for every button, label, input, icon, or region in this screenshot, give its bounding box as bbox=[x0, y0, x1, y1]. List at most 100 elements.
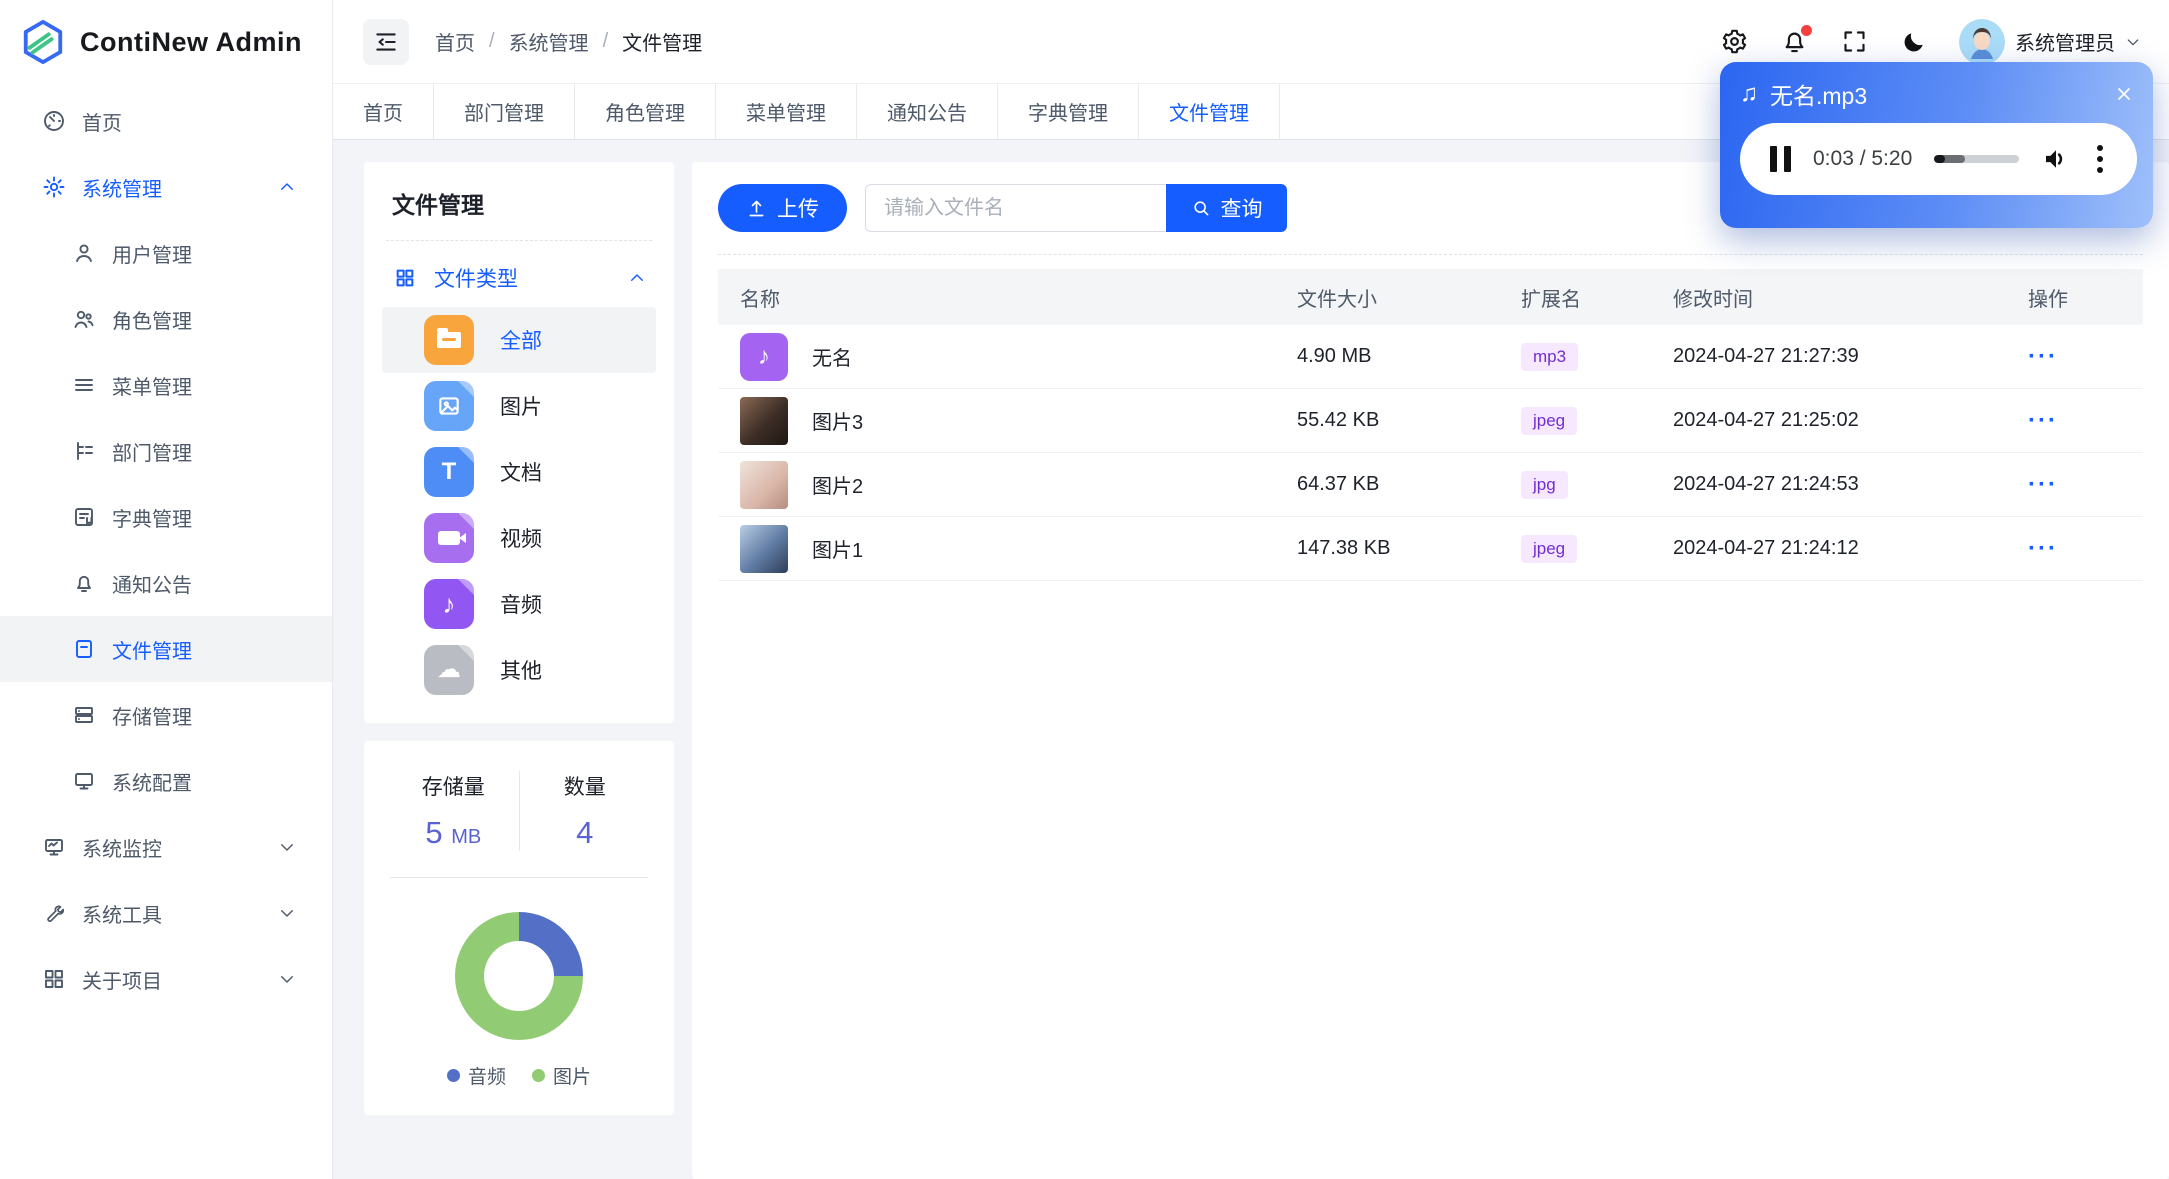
tab-label: 部门管理 bbox=[464, 103, 544, 125]
stat-unit: MB bbox=[451, 826, 482, 848]
sidebar-item-home[interactable]: 首页 bbox=[0, 88, 332, 154]
close-icon[interactable] bbox=[2111, 81, 2137, 107]
tab-label: 菜单管理 bbox=[746, 103, 826, 125]
user-menu[interactable]: 系统管理员 bbox=[1959, 18, 2141, 65]
grid-icon bbox=[42, 967, 66, 991]
tab-dictionary[interactable]: 字典管理 bbox=[998, 84, 1139, 139]
file-type-document[interactable]: T 文档 bbox=[382, 439, 656, 505]
file-type-video[interactable]: 视频 bbox=[382, 505, 656, 571]
tab-menus[interactable]: 菜单管理 bbox=[716, 84, 857, 139]
file-name: 图片1 bbox=[812, 540, 864, 562]
row-actions-button[interactable]: ··· bbox=[2016, 535, 2143, 563]
tab-notices[interactable]: 通知公告 bbox=[857, 84, 998, 139]
other-file-icon: ☁ bbox=[424, 645, 474, 695]
breadcrumb-separator: / bbox=[602, 30, 609, 52]
file-type-label: 图片 bbox=[500, 396, 542, 419]
table-row[interactable]: 图片3 55.42 KB jpeg 2024-04-27 21:25:02 ··… bbox=[718, 389, 2143, 453]
sidebar-item-system[interactable]: 系统管理 bbox=[0, 154, 332, 220]
chevron-down-icon bbox=[278, 970, 296, 988]
tree-icon bbox=[72, 439, 96, 463]
sidebar-item-roles[interactable]: 角色管理 bbox=[0, 286, 332, 352]
file-type-audio[interactable]: ♪ 音频 bbox=[382, 571, 656, 637]
playback-time: 0:03 / 5:20 bbox=[1813, 147, 1913, 170]
more-options-button[interactable] bbox=[2093, 141, 2107, 177]
file-name: 无名 bbox=[812, 348, 852, 370]
table-row[interactable]: 图片1 147.38 KB jpeg 2024-04-27 21:24:12 ·… bbox=[718, 517, 2143, 581]
sidebar-item-menus[interactable]: 菜单管理 bbox=[0, 352, 332, 418]
sidebar-item-monitoring[interactable]: 系统监控 bbox=[0, 814, 332, 880]
sidebar-item-dictionary[interactable]: 字典管理 bbox=[0, 484, 332, 550]
tab-roles[interactable]: 角色管理 bbox=[575, 84, 716, 139]
sidebar-item-config[interactable]: 系统配置 bbox=[0, 748, 332, 814]
file-type-group-toggle[interactable]: 文件类型 bbox=[382, 249, 656, 307]
tab-departments[interactable]: 部门管理 bbox=[434, 84, 575, 139]
logo-row[interactable]: ContiNew Admin bbox=[0, 0, 332, 84]
breadcrumb-system[interactable]: 系统管理 bbox=[509, 27, 589, 56]
col-header-actions: 操作 bbox=[2028, 288, 2068, 311]
user-icon bbox=[72, 241, 96, 265]
fullscreen-button[interactable] bbox=[1839, 27, 1869, 57]
progress-bar bbox=[1934, 155, 1946, 163]
sidebar: ContiNew Admin 首页 系统管理 用户管理 角色管理 菜单管理 部门… bbox=[0, 0, 333, 1179]
row-actions-button[interactable]: ··· bbox=[2016, 343, 2143, 371]
volume-button[interactable] bbox=[2041, 144, 2071, 174]
row-actions-button[interactable]: ··· bbox=[2016, 407, 2143, 435]
chevron-up-icon bbox=[628, 269, 646, 287]
dashed-divider bbox=[386, 240, 652, 241]
file-size: 147.38 KB bbox=[1297, 537, 1391, 559]
tab-label: 文件管理 bbox=[1169, 103, 1249, 125]
notification-dot bbox=[1801, 24, 1812, 36]
sidebar-item-files[interactable]: 文件管理 bbox=[0, 616, 332, 682]
file-type-other[interactable]: ☁ 其他 bbox=[382, 637, 656, 703]
sidebar-item-departments[interactable]: 部门管理 bbox=[0, 418, 332, 484]
file-time: 2024-04-27 21:24:12 bbox=[1673, 537, 1859, 559]
sidebar-item-users[interactable]: 用户管理 bbox=[0, 220, 332, 286]
row-actions-button[interactable]: ··· bbox=[2016, 471, 2143, 499]
gear-icon bbox=[1722, 29, 1746, 54]
sidebar-collapse-button[interactable] bbox=[363, 18, 409, 65]
file-size: 55.42 KB bbox=[1297, 409, 1380, 431]
sidebar-item-notices[interactable]: 通知公告 bbox=[0, 550, 332, 616]
ext-badge: jpeg bbox=[1521, 534, 1578, 563]
search-group: 查询 bbox=[865, 184, 1287, 232]
table-row[interactable]: 图片2 64.37 KB jpg 2024-04-27 21:24:53 ··· bbox=[718, 453, 2143, 517]
bell-icon bbox=[72, 571, 96, 595]
legend-label: 图片 bbox=[553, 1067, 592, 1088]
tab-label: 首页 bbox=[363, 103, 403, 125]
monitor-icon bbox=[72, 769, 96, 793]
sidebar-item-label: 部门管理 bbox=[112, 442, 192, 465]
app-logo-icon bbox=[20, 19, 66, 65]
pause-button[interactable] bbox=[1770, 146, 1791, 172]
search-input[interactable] bbox=[865, 184, 1166, 232]
sidebar-item-tools[interactable]: 系统工具 bbox=[0, 880, 332, 946]
dark-mode-button[interactable] bbox=[1899, 27, 1929, 57]
table-row[interactable]: ♪ 无名 4.90 MB mp3 2024-04-27 21:27:39 ··· bbox=[718, 325, 2143, 389]
file-name: 图片2 bbox=[812, 476, 864, 498]
notifications-button[interactable] bbox=[1779, 24, 1812, 57]
storage-panel: 存储量 5 MB 数量 4 音频 图片 bbox=[364, 741, 674, 1115]
file-size: 4.90 MB bbox=[1297, 345, 1372, 367]
sidebar-item-storage[interactable]: 存储管理 bbox=[0, 682, 332, 748]
query-button[interactable]: 查询 bbox=[1166, 184, 1287, 232]
upload-button[interactable]: 上传 bbox=[718, 184, 847, 232]
player-filename: 无名.mp3 bbox=[1770, 83, 1868, 109]
legend-item-audio[interactable]: 音频 bbox=[446, 1062, 506, 1089]
file-type-label: 音频 bbox=[500, 594, 542, 617]
tab-home[interactable]: 首页 bbox=[333, 84, 434, 139]
grid-icon bbox=[394, 267, 416, 289]
dashboard-icon bbox=[42, 109, 66, 133]
ext-badge: mp3 bbox=[1521, 342, 1579, 371]
seek-bar[interactable] bbox=[1934, 155, 2019, 163]
file-type-all[interactable]: 全部 bbox=[382, 307, 656, 373]
sidebar-item-label: 用户管理 bbox=[112, 244, 192, 267]
server-icon bbox=[72, 703, 96, 727]
breadcrumb-home[interactable]: 首页 bbox=[435, 27, 475, 56]
sidebar-item-label: 通知公告 bbox=[112, 574, 192, 597]
legend-item-image[interactable]: 图片 bbox=[532, 1062, 591, 1089]
content-area: 文件管理 文件类型 全部 图片 T 文档 视频 ♪ 音频 ☁ 其他 存储量 5 … bbox=[333, 140, 2169, 1179]
sidebar-item-about[interactable]: 关于项目 bbox=[0, 946, 332, 1012]
tab-files[interactable]: 文件管理 bbox=[1139, 84, 1280, 139]
file-type-image[interactable]: 图片 bbox=[382, 373, 656, 439]
settings-button[interactable] bbox=[1719, 27, 1749, 57]
legend-dot-image bbox=[532, 1069, 545, 1082]
